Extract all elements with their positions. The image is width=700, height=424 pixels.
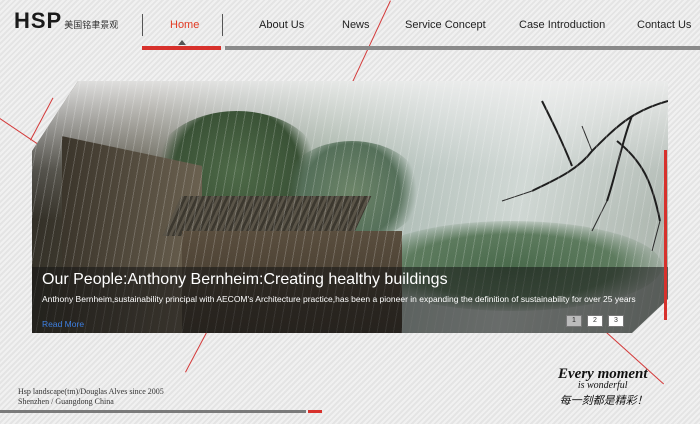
banner-red-edge: [664, 150, 667, 320]
nav-service-concept[interactable]: Service Concept: [405, 19, 486, 31]
nav-active-underline: [142, 46, 221, 50]
nav-divider: [142, 14, 143, 36]
pager-button-3[interactable]: 3: [608, 315, 624, 327]
hero-banner[interactable]: Our People:Anthony Bernheim:Creating hea…: [32, 81, 668, 333]
pager-button-1[interactable]: 1: [566, 315, 582, 327]
pager-button-2[interactable]: 2: [587, 315, 603, 327]
footer-line-2: Shenzhen / Guangdong China: [18, 397, 114, 406]
nav-news[interactable]: News: [342, 19, 370, 31]
nav-case-introduction[interactable]: Case Introduction: [519, 19, 605, 31]
footer-bar: [0, 410, 306, 413]
logo[interactable]: HSP 美国铭聿景观: [14, 8, 118, 34]
banner-title: Our People:Anthony Bernheim:Creating hea…: [42, 271, 448, 288]
nav-about-us[interactable]: About Us: [259, 19, 304, 31]
slogan-line-3: 每一刻都是精彩！: [559, 395, 648, 407]
footer-info: Hsp landscape(tm)/Douglas Alves since 20…: [18, 387, 164, 407]
slogan: Every moment is wonderful 每一刻都是精彩！: [558, 366, 648, 408]
nav-home[interactable]: Home: [170, 19, 199, 31]
logo-text: HSP: [14, 8, 63, 33]
nav-divider: [222, 14, 223, 36]
nav-underline: [225, 46, 700, 50]
page: HSP 美国铭聿景观 Home About Us News Service Co…: [0, 0, 700, 424]
nav-contact-us[interactable]: Contact Us: [637, 19, 691, 31]
footer-accent: [308, 410, 322, 413]
slide-pager: 1 2 3: [566, 315, 624, 327]
read-more-link[interactable]: Read More: [42, 319, 84, 329]
logo-subtitle: 美国铭聿景观: [64, 20, 119, 30]
footer-line-1: Hsp landscape(tm)/Douglas Alves since 20…: [18, 387, 164, 396]
banner-description: Anthony Bernheim,sustainability principa…: [42, 294, 636, 304]
nav-active-caret-icon: [178, 40, 186, 45]
